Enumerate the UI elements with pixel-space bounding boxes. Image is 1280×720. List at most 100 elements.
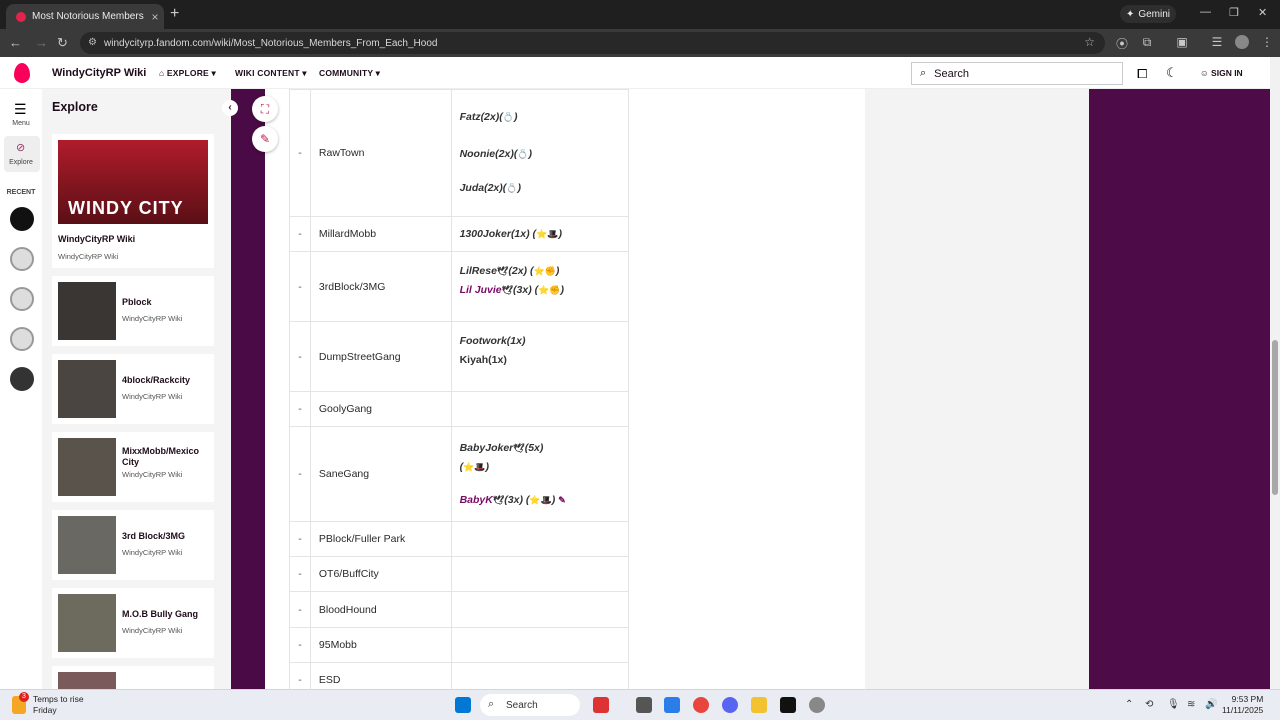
tray-chevron-icon[interactable]: ⌃ bbox=[1125, 699, 1133, 710]
search-input[interactable]: ⌕ Search bbox=[911, 62, 1123, 85]
ring-emoji-icon: 💍 bbox=[506, 183, 518, 193]
table-row: - OT6/BuffCity bbox=[289, 556, 630, 592]
hood-name: GoolyGang bbox=[309, 391, 452, 427]
dove-emoji-icon: 🕊 bbox=[492, 494, 505, 505]
minimize-icon[interactable]: — bbox=[1200, 6, 1211, 18]
members-cell bbox=[450, 391, 630, 427]
members-cell: Fatz(2x)(💍) Noonie(2x)(💍) Juda(2x)(💍) bbox=[450, 89, 630, 217]
recent-wiki-avatar[interactable] bbox=[10, 327, 34, 351]
back-icon[interactable]: ← bbox=[9, 35, 22, 50]
system-clock[interactable]: 9:53 PM 11/11/2025 bbox=[1222, 694, 1263, 716]
card-thumbnail bbox=[58, 438, 116, 496]
browser-tab-bar: Most Notorious Members From × + ✦ Gemini… bbox=[0, 0, 1280, 29]
star-fist-emoji-icon: ⭐✊ bbox=[538, 285, 561, 295]
copilot-icon[interactable] bbox=[664, 697, 680, 713]
recent-wiki-avatar[interactable] bbox=[10, 367, 34, 391]
recent-wiki-avatar[interactable] bbox=[10, 247, 34, 271]
menu-icon[interactable]: ☰ bbox=[14, 101, 27, 118]
hood-members-table: - RawTown Fatz(2x)(💍) Noonie(2x)(💍) Juda… bbox=[289, 89, 630, 698]
weather-widget[interactable]: Temps to rise Friday bbox=[33, 694, 84, 716]
sign-in-button[interactable]: ☺ SIGN IN bbox=[1200, 68, 1243, 78]
reload-icon[interactable]: ↻ bbox=[57, 35, 68, 51]
wifi-icon[interactable]: ≋ bbox=[1187, 699, 1195, 710]
extensions-puzzle-icon[interactable]: ⧉ bbox=[1140, 35, 1154, 49]
members-cell: LilRese🕊(2x) (⭐✊) Lil Juvie🕊(3x) (⭐✊) bbox=[450, 251, 630, 322]
wiki-name[interactable]: WindyCityRP Wiki bbox=[52, 67, 146, 79]
card-thumbnail bbox=[58, 516, 116, 574]
discord-icon[interactable] bbox=[722, 697, 738, 713]
taskbar-search[interactable]: ⌕ Search bbox=[480, 694, 580, 716]
list-item[interactable]: 4block/Rackcity WindyCityRP Wiki bbox=[52, 354, 214, 424]
dove-emoji-icon: 🕊 bbox=[513, 442, 525, 453]
nav-community[interactable]: COMMUNITY ▾ bbox=[319, 68, 380, 79]
notification-badge: 3 bbox=[19, 692, 29, 702]
ring-emoji-icon: 💍 bbox=[517, 149, 529, 159]
search-icon: ⌕ bbox=[488, 698, 495, 710]
forward-icon[interactable]: → bbox=[35, 35, 48, 50]
recent-wiki-avatar[interactable] bbox=[10, 207, 34, 231]
chrome-icon[interactable] bbox=[693, 697, 709, 713]
close-window-icon[interactable]: ✕ bbox=[1258, 6, 1267, 19]
browser-tab[interactable]: Most Notorious Members From × bbox=[6, 4, 164, 29]
maximize-icon[interactable]: ❐ bbox=[1229, 6, 1239, 19]
dove-emoji-icon: 🕊 bbox=[496, 266, 509, 276]
url-input[interactable]: ⚙ windycityrp.fandom.com/wiki/Most_Notor… bbox=[80, 32, 1105, 54]
featured-wiki-card[interactable]: WINDY CITY WindyCityRP Wiki WindyCityRP … bbox=[52, 134, 214, 268]
featured-title: WindyCityRP Wiki bbox=[58, 234, 136, 244]
list-item[interactable]: Pblock WindyCityRP Wiki bbox=[52, 276, 214, 346]
wiki-background-art bbox=[1089, 89, 1270, 689]
task-view-icon[interactable] bbox=[636, 697, 652, 713]
list-item[interactable]: M.O.B Bully Gang WindyCityRP Wiki bbox=[52, 588, 214, 658]
hood-name: 3rdBlock/3MG bbox=[309, 251, 452, 322]
table-row: - SaneGang BabyJoker🕊(5x) (⭐🎩) BabyK🕊(3x… bbox=[289, 426, 630, 522]
browser-menu-icon[interactable]: ⋮ bbox=[1260, 35, 1274, 49]
hood-name: BloodHound bbox=[309, 591, 452, 628]
bookmark-star-icon[interactable]: ☆ bbox=[1084, 35, 1095, 49]
featured-subtitle: WindyCityRP Wiki bbox=[58, 252, 119, 261]
address-bar: ← → ↻ ⚙ windycityrp.fandom.com/wiki/Most… bbox=[0, 29, 1280, 57]
scrollbar-thumb[interactable] bbox=[1272, 340, 1278, 495]
gemini-button[interactable]: ✦ Gemini bbox=[1120, 5, 1176, 23]
nav-explore[interactable]: ⌂ EXPLORE ▾ bbox=[159, 68, 216, 79]
file-explorer-icon[interactable] bbox=[751, 697, 767, 713]
side-panel-icon[interactable]: ▣ bbox=[1175, 35, 1189, 49]
menu-label: Menu bbox=[12, 120, 30, 127]
extension-audio-icon[interactable]: ⦿ bbox=[1115, 35, 1129, 51]
list-item[interactable]: MixxMobb/Mexico City WindyCityRP Wiki bbox=[52, 432, 214, 502]
widget-app-icon[interactable] bbox=[593, 697, 609, 713]
profile-avatar-icon[interactable] bbox=[1235, 35, 1249, 49]
member-link[interactable]: Lil Juvie bbox=[460, 284, 502, 296]
microphone-icon[interactable]: 🎙 bbox=[1167, 699, 1180, 710]
table-row: - RawTown Fatz(2x)(💍) Noonie(2x)(💍) Juda… bbox=[289, 89, 630, 217]
ring-emoji-icon: 💍 bbox=[502, 112, 514, 122]
recent-label: RECENT bbox=[6, 189, 36, 196]
discussions-icon[interactable]: ⧠ bbox=[1137, 66, 1147, 82]
new-tab-button[interactable]: + bbox=[170, 5, 179, 23]
app-icon[interactable] bbox=[809, 697, 825, 713]
volume-icon[interactable]: 🔊 bbox=[1205, 699, 1217, 710]
fandom-logo-icon[interactable] bbox=[14, 63, 30, 83]
list-item[interactable] bbox=[52, 666, 214, 689]
dove-emoji-icon: 🕊 bbox=[501, 285, 514, 295]
nav-wiki-content[interactable]: WIKI CONTENT ▾ bbox=[235, 68, 307, 79]
windows-start-icon[interactable] bbox=[455, 697, 471, 713]
tray-app-icon[interactable]: ⟲ bbox=[1145, 699, 1153, 710]
app-icon[interactable] bbox=[780, 697, 796, 713]
tab-close-icon[interactable]: × bbox=[146, 10, 164, 24]
card-thumbnail bbox=[58, 594, 116, 652]
compass-icon: ⊘ bbox=[16, 142, 26, 154]
site-info-icon[interactable]: ⚙ bbox=[88, 37, 97, 48]
reading-list-icon[interactable]: ☰ bbox=[1210, 35, 1224, 49]
explore-panel: Explore WINDY CITY WindyCityRP Wiki Wind… bbox=[42, 89, 232, 689]
member-link[interactable]: BabyK bbox=[460, 494, 493, 506]
dark-mode-icon[interactable]: ☾ bbox=[1166, 65, 1178, 81]
members-cell bbox=[450, 627, 630, 663]
table-row: - PBlock/Fuller Park bbox=[289, 521, 630, 557]
edit-pencil-icon[interactable]: ✎ bbox=[252, 126, 278, 152]
explore-title: Explore bbox=[52, 100, 98, 114]
fullscreen-icon[interactable]: ⛶ bbox=[252, 96, 278, 122]
collapse-panel-icon[interactable]: ‹ bbox=[222, 100, 238, 116]
list-item[interactable]: 3rd Block/3MG WindyCityRP Wiki bbox=[52, 510, 214, 580]
recent-wiki-avatar[interactable] bbox=[10, 287, 34, 311]
pencil-emoji-icon: ✎ bbox=[558, 494, 566, 505]
